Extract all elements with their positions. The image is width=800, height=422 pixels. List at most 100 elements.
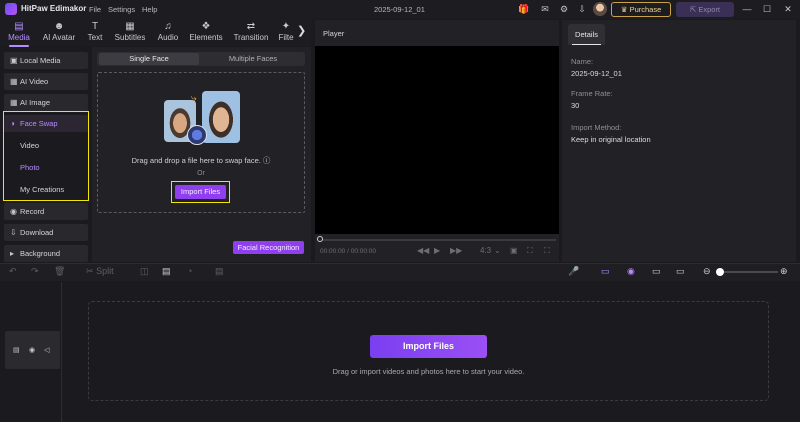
face-mode-toggle: Single Face Multiple Faces — [97, 52, 305, 66]
sidebar-item-record[interactable]: ◉ Record — [4, 203, 88, 220]
sidebar-item-download[interactable]: ⇩ Download — [4, 224, 88, 241]
eye-icon[interactable]: ◉ — [29, 346, 35, 354]
fit-icon[interactable]: ⛶ — [527, 246, 533, 256]
playback-scrubber[interactable] — [320, 239, 556, 241]
info-icon[interactable]: ⓘ — [263, 156, 271, 165]
magnet-icon[interactable]: ▭ — [601, 266, 610, 277]
scrubber-handle[interactable] — [317, 236, 323, 242]
zoom-in-icon[interactable]: ⊕ — [780, 266, 788, 277]
sidebar-item-ai-video[interactable]: ▦ AI Video — [4, 73, 88, 90]
link-icon[interactable]: ◉ — [627, 266, 635, 277]
ai-image-icon: ▦ — [10, 98, 18, 107]
redo-icon[interactable]: ↷ — [31, 266, 39, 277]
drop-hint: Drag and drop a file here to swap face. … — [131, 156, 271, 165]
next-frame-icon[interactable]: ▶▶ — [450, 246, 462, 255]
fullscreen-icon[interactable]: ⛶ — [544, 246, 550, 256]
app-name: HitPaw Edimakor — [21, 4, 87, 13]
face-swap-highlight — [3, 111, 89, 201]
menu-help[interactable]: Help — [142, 5, 157, 14]
snapshot-icon[interactable]: ▣ — [510, 246, 518, 255]
ai-video-icon: ▦ — [10, 77, 18, 86]
playback-time: 00:00:00 / 00:00:00 — [320, 248, 377, 255]
sidebar-item-ai-image[interactable]: ▦ AI Image — [4, 94, 88, 111]
export-icon: ⇱ — [689, 5, 697, 14]
chevron-down-icon[interactable]: ⌄ — [494, 246, 501, 255]
media-icon: ▤ — [14, 21, 24, 32]
tab-audio[interactable]: ♫ Audio — [153, 20, 183, 47]
export-button[interactable]: ⇱ Export — [676, 2, 734, 17]
delete-icon[interactable]: 🗑 — [54, 266, 65, 277]
import-files-button[interactable]: Import Files — [175, 185, 226, 199]
or-separator: Or — [197, 170, 205, 177]
segment-multiple-faces[interactable]: Multiple Faces — [203, 53, 303, 65]
sidebar-item-background[interactable]: ▸ Background — [4, 245, 88, 262]
gear-icon[interactable]: ⚙ — [558, 3, 570, 15]
swap-arrow-icon: ⤷ — [191, 93, 197, 104]
split-button[interactable]: ✂ Split — [86, 266, 114, 277]
scissors-icon: ✂ — [86, 266, 94, 276]
audio-icon: ♫ — [164, 21, 172, 32]
chevron-right-icon: ▸ — [10, 249, 15, 258]
record-icon: ◉ — [10, 207, 17, 216]
transition-icon: ⇄ — [246, 21, 256, 32]
chevron-right-icon[interactable]: ❯ — [297, 24, 306, 37]
target-face-image — [202, 91, 240, 143]
segment-single-face[interactable]: Single Face — [99, 53, 199, 65]
freeze-icon[interactable]: ▤ — [215, 266, 224, 277]
speed-icon[interactable]: ◔ — [187, 266, 192, 276]
microphone-icon[interactable]: 🎤 — [568, 266, 579, 277]
detail-value-import-method: Keep in original location — [571, 135, 651, 144]
prev-frame-icon[interactable]: ◀◀ — [417, 246, 429, 255]
track-video-icon[interactable]: ▤ — [13, 346, 20, 354]
tab-details[interactable]: Details — [568, 24, 605, 45]
tab-transition[interactable]: ⇄ Transition — [230, 20, 272, 47]
zoom-slider[interactable] — [716, 271, 778, 273]
tab-ai-avatar[interactable]: ☻ AI Avatar — [39, 20, 79, 47]
tab-elements[interactable]: ❖ Elements — [187, 20, 225, 47]
purchase-button[interactable]: ♛ Purchase — [611, 2, 671, 17]
detail-label-frame-rate: Frame Rate: — [571, 89, 613, 98]
menu-file[interactable]: File — [89, 5, 101, 14]
folder-icon: ▣ — [10, 56, 18, 65]
avatar[interactable] — [593, 2, 607, 16]
play-icon[interactable]: ▶ — [434, 246, 440, 255]
swap-face-icon — [187, 125, 207, 145]
download-icon: ⇩ — [10, 228, 17, 237]
tab-text[interactable]: T Text — [82, 20, 108, 47]
close-icon[interactable]: ✕ — [781, 3, 795, 15]
speaker-icon[interactable]: ◁ — [44, 346, 49, 354]
facial-recognition-button[interactable]: Facial Recognition — [233, 241, 304, 254]
tab-media[interactable]: ▤ Media — [3, 20, 35, 47]
timeline-import-files-button[interactable]: Import Files — [370, 335, 487, 358]
ai-avatar-icon: ☻ — [53, 21, 65, 32]
elements-icon: ❖ — [201, 21, 211, 32]
purchase-label: Purchase — [629, 5, 662, 14]
chat-icon[interactable]: ✉ — [539, 3, 551, 15]
detail-value-frame-rate: 30 — [571, 101, 580, 110]
aspect-ratio[interactable]: 4:3 — [480, 246, 491, 255]
undo-icon[interactable]: ↶ — [9, 266, 17, 277]
gift-icon[interactable]: 🎁 — [518, 3, 530, 15]
crown-icon: ♛ — [620, 5, 628, 14]
tab-filter[interactable]: ✦ Filte — [276, 20, 296, 47]
detail-value-name: 2025-09-12_01 — [571, 69, 622, 78]
track-icon[interactable]: ▭ — [676, 266, 685, 277]
crop-icon[interactable]: ◫ — [140, 266, 149, 277]
subtitles-icon: ▦ — [125, 21, 135, 32]
tab-subtitles[interactable]: ▦ Subtitles — [111, 20, 149, 47]
sidebar-item-local-media[interactable]: ▣ Local Media — [4, 52, 88, 69]
ripple-icon[interactable]: ▭ — [652, 266, 661, 277]
maximize-icon[interactable]: ☐ — [760, 3, 774, 15]
detail-label-name: Name: — [571, 57, 594, 66]
minimize-icon[interactable]: — — [740, 3, 754, 15]
detail-label-import-method: Import Method: — [571, 123, 622, 132]
menu-settings[interactable]: Settings — [108, 5, 135, 14]
track-header-divider — [61, 282, 62, 422]
timeline-hint: Drag or import videos and photos here to… — [332, 367, 525, 376]
text-box-icon[interactable]: ▤ — [162, 266, 171, 277]
text-icon: T — [91, 21, 99, 32]
download-icon[interactable]: ⇩ — [576, 3, 588, 15]
zoom-out-icon[interactable]: ⊖ — [703, 266, 711, 277]
zoom-slider-handle[interactable] — [716, 268, 724, 276]
player-preview — [315, 46, 559, 234]
